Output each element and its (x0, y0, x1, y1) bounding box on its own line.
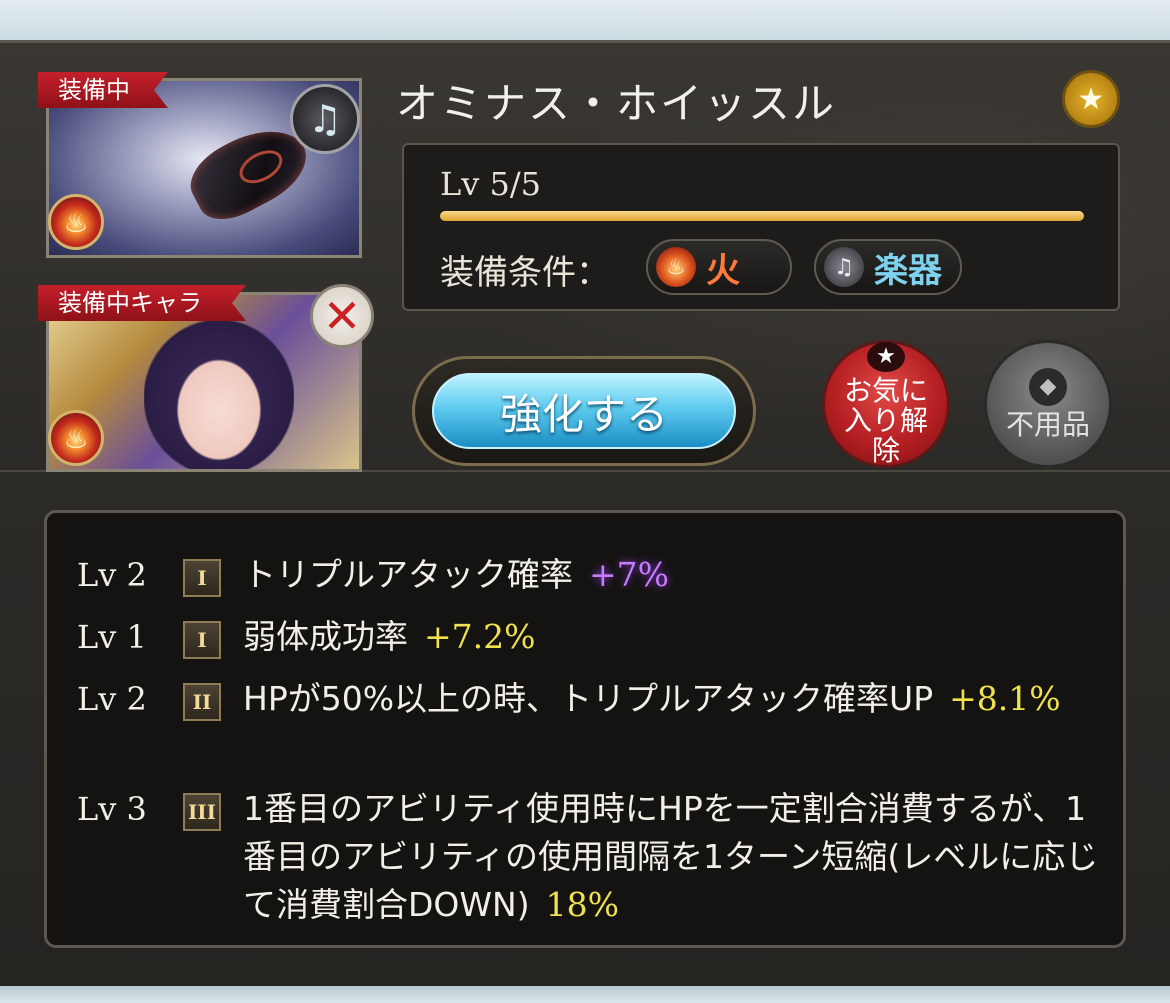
unneeded-label: 不用品 (1005, 408, 1090, 441)
skill-text: 1番目のアビリティ使用時にHPを一定割合消費するが、1番目のアビリティの使用間隔… (243, 789, 1099, 924)
skill-list: Lv 2 I トリプルアタック確率 +7% Lv 1 I 弱体成功率 +7.2% L… (44, 510, 1126, 948)
skill-description: 1番目のアビリティ使用時にHPを一定割合消費するが、1番目のアビリティの使用間隔… (243, 785, 1113, 929)
bottom-frame (0, 986, 1170, 1003)
requirement-type-label: 楽器 (874, 250, 942, 291)
skill-value: 18% (545, 885, 619, 924)
skill-description: HPが50%以上の時、トリプルアタック確率UP +8.1% (243, 675, 1113, 723)
star-icon[interactable]: ★ (1062, 70, 1120, 128)
level-label: Lv 5/5 (440, 165, 541, 203)
unneeded-button[interactable]: ◆ 不用品 (984, 340, 1112, 468)
harp-icon: ♫ (824, 247, 864, 287)
skill-text: 弱体成功率 (243, 617, 408, 656)
skill-rank-badge: II (183, 683, 221, 721)
requirement-element-label: 火 (706, 250, 740, 291)
skill-value: +7.2% (424, 617, 536, 656)
skill-text: トリプルアタック確率 (243, 555, 573, 594)
requirement-label: 装備条件： (440, 253, 610, 293)
weapon-name: オミナス・ホイッスル (396, 79, 837, 128)
fire-icon: ♨ (48, 410, 104, 466)
level-progress-bar (440, 211, 1084, 221)
skill-level: Lv 1 (77, 618, 147, 656)
skill-rank-badge: I (183, 621, 221, 659)
skill-text: HPが50%以上の時、トリプルアタック確率UP (243, 679, 934, 718)
requirement-element-pill: ♨ 火 (646, 239, 792, 295)
skill-level: Lv 3 (77, 790, 147, 828)
skill-description: 弱体成功率 +7.2% (243, 613, 1113, 661)
skill-row: Lv 1 I 弱体成功率 +7.2% (77, 613, 1117, 661)
fire-icon: ♨ (656, 247, 696, 287)
character-portrait (144, 320, 294, 469)
skill-value: +8.1% (949, 679, 1061, 718)
close-icon[interactable]: ✕ (310, 284, 374, 348)
enhance-button-label: 強化する (432, 373, 736, 449)
skill-level: Lv 2 (77, 556, 147, 594)
equipped-ribbon: 装備中 (38, 72, 168, 108)
skill-row: Lv 2 II HPが50%以上の時、トリプルアタック確率UP +8.1% (77, 675, 1117, 771)
fire-icon: ♨ (48, 194, 104, 250)
equipped-character-ribbon: 装備中キャラ (38, 285, 246, 321)
top-frame (0, 0, 1170, 40)
dice-icon: ◆ (1029, 368, 1067, 406)
unfavorite-label: お気に入り解除 (843, 374, 928, 467)
skill-value: +7% (589, 555, 670, 594)
skill-rank-badge: I (183, 559, 221, 597)
requirement-type-pill: ♫ 楽器 (814, 239, 962, 295)
stats-box: Lv 5/5 装備条件： ♨ 火 ♫ 楽器 (402, 143, 1120, 311)
enhance-button[interactable]: 強化する (412, 356, 756, 466)
skill-row: Lv 3 III 1番目のアビリティ使用時にHPを一定割合消費するが、1番目のア… (77, 785, 1117, 929)
skill-description: トリプルアタック確率 +7% (243, 551, 1113, 599)
harp-icon: ♫ (290, 84, 360, 154)
skill-level: Lv 2 (77, 680, 147, 718)
skill-row: Lv 2 I トリプルアタック確率 +7% (77, 551, 1117, 599)
unfavorite-button[interactable]: ★ お気に入り解除 (822, 340, 950, 468)
skill-rank-badge: III (183, 793, 221, 831)
star-icon: ★ (867, 342, 905, 372)
